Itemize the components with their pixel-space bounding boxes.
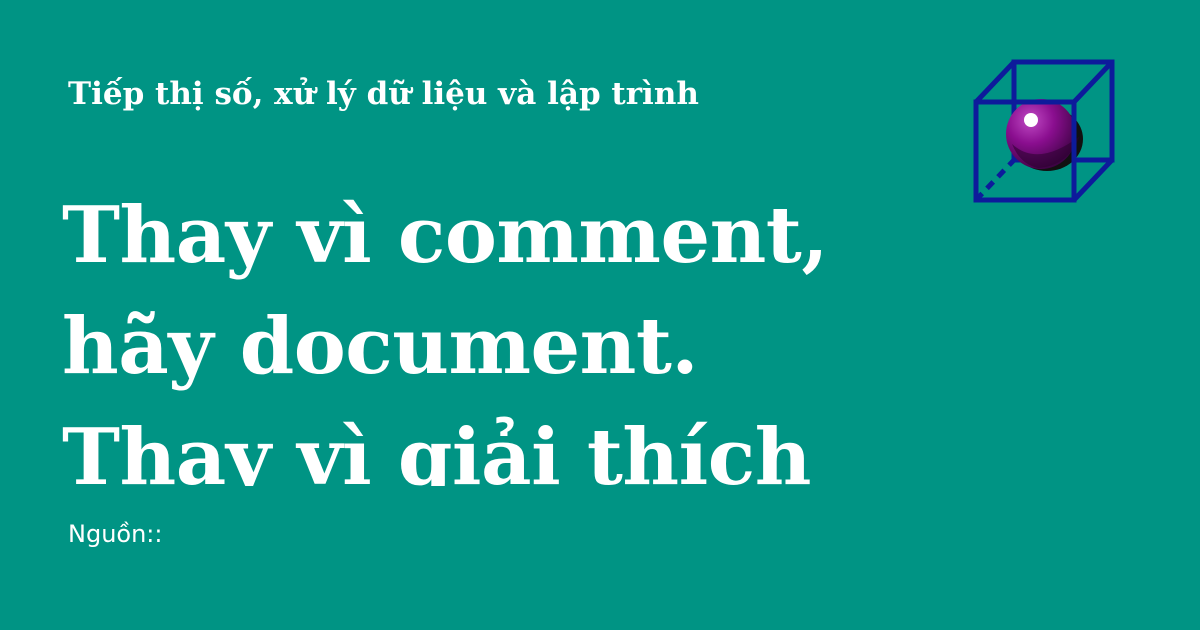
source-label: Nguồn:: xyxy=(68,520,163,548)
share-card: Tiếp thị số, xử lý dữ liệu và lập trình … xyxy=(0,0,1200,630)
site-tagline: Tiếp thị số, xử lý dữ liệu và lập trình xyxy=(68,76,699,112)
headline-line-1: Thay vì comment, xyxy=(62,190,828,281)
headline-line-2: hãy document. xyxy=(62,301,699,392)
cube-sphere-icon xyxy=(973,59,1115,203)
headline-line-3: Thay vì giải thích xyxy=(62,412,811,486)
headline: Thay vì comment, hãy document. Thay vì g… xyxy=(62,180,922,486)
